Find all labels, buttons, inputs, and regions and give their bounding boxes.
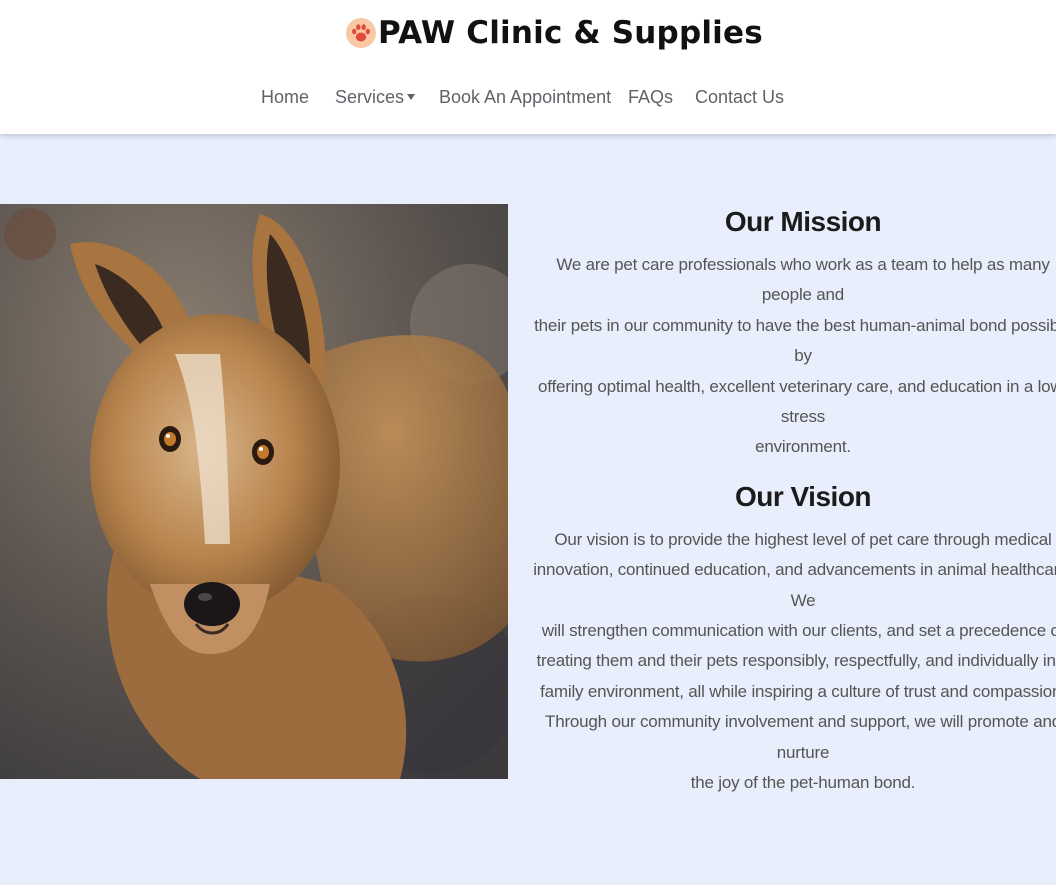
nav-item-services[interactable]: Services <box>335 87 416 108</box>
about-section: Our Mission We are pet care professional… <box>530 200 1056 799</box>
caret-down-icon[interactable] <box>407 94 416 100</box>
dog-photo <box>0 204 508 779</box>
mission-title: Our Mission <box>724 206 882 237</box>
mission-text: We are pet care professionals who work a… <box>534 255 1056 457</box>
vision-block: Our Vision Our vision is to provide the … <box>530 475 1056 799</box>
brand-logo-link[interactable]: PAW Clinic & Supplies <box>346 10 763 56</box>
nav-item-contact-us[interactable]: Contact Us <box>695 87 784 108</box>
nav-item-book-appointment[interactable]: Book An Appointment <box>439 87 611 108</box>
vision-text: Our vision is to provide the highest lev… <box>533 529 1056 793</box>
nav-item-services-label[interactable]: Services <box>335 87 404 107</box>
paw-icon <box>346 18 376 48</box>
mission-block: Our Mission We are pet care professional… <box>530 200 1056 463</box>
main-nav: Home Services Book An Appointment FAQs C… <box>0 84 1056 114</box>
vision-title: Our Vision <box>734 480 872 512</box>
brand-name[interactable]: PAW Clinic & Supplies <box>378 15 763 51</box>
nav-item-home[interactable]: Home <box>261 87 309 108</box>
nav-item-faqs[interactable]: FAQs <box>628 87 673 108</box>
site-header: PAW Clinic & Supplies Home Services Book… <box>0 0 1056 134</box>
